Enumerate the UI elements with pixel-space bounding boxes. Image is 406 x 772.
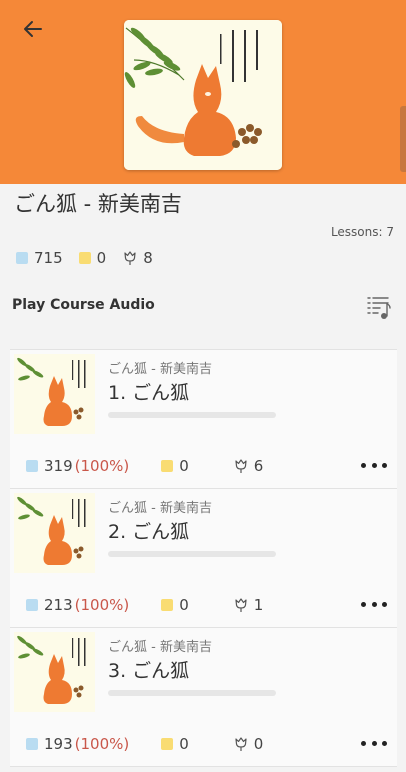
tulip-icon [235,598,247,612]
side-scroll-tab[interactable] [400,106,406,172]
more-options-button[interactable] [361,736,387,750]
lesson-course-name: ごん狐 - 新美南吉 [108,501,212,516]
tulip-icon [124,251,136,265]
tulip-count: 8 [143,249,153,267]
yellow-square-icon [161,460,174,472]
tulip-count: 1 [253,596,264,614]
blue-square-icon [16,252,28,264]
lesson-card[interactable]: ごん狐 - 新美南吉 3. ごん狐 193 (100%) 0 0 [10,628,397,767]
known-words-count: 319 [44,457,73,475]
known-percent: (100%) [74,735,130,753]
lingqs-count: 0 [179,735,189,753]
lesson-stats: 319 (100%) 0 6 [26,456,263,476]
yellow-square-icon [78,252,91,264]
lesson-stats: 193 (100%) 0 0 [26,734,263,754]
lesson-progress-bar [108,412,276,418]
course-cover-image [124,20,282,170]
lingqs-count: 0 [179,596,189,614]
tulip-icon [235,459,247,473]
blue-square-icon [26,460,38,472]
play-course-audio-button[interactable]: Play Course Audio [12,297,155,313]
arrow-left-icon [24,21,42,37]
tulip-count: 0 [253,735,264,753]
more-options-button[interactable] [361,597,387,611]
known-percent: (100%) [74,596,130,614]
tulip-stat: 8 [122,249,153,267]
known-words-stat: 715 [16,249,63,267]
lesson-list: ごん狐 - 新美南吉 1. ごん狐 319 (100%) 0 6 ごん狐 - 新… [10,349,397,767]
lesson-progress-bar [108,551,276,557]
lesson-thumbnail[interactable] [14,632,95,712]
known-percent: (100%) [74,457,130,475]
back-button[interactable] [18,14,48,44]
lingqs-count: 0 [179,457,189,475]
lesson-course-name: ごん狐 - 新美南吉 [108,640,212,655]
tulip-icon [235,737,247,751]
blue-square-icon [26,599,38,611]
lesson-title[interactable]: 1. ごん狐 [108,378,189,405]
course-stats: 715 0 8 [16,248,169,268]
lesson-card[interactable]: ごん狐 - 新美南吉 1. ごん狐 319 (100%) 0 6 [10,350,397,489]
known-words-count: 213 [44,596,73,614]
lesson-title[interactable]: 2. ごん狐 [108,517,189,544]
lesson-course-name: ごん狐 - 新美南吉 [108,362,212,377]
course-title: ごん狐 - 新美南吉 [14,192,182,216]
lesson-thumbnail[interactable] [14,493,95,573]
known-words-count: 193 [44,735,73,753]
more-options-button[interactable] [361,458,387,472]
yellow-square-icon [161,738,174,750]
lingqs-count: 0 [96,249,107,267]
yellow-square-icon [161,599,174,611]
lessons-count: Lessons: 7 [330,225,394,239]
lesson-title[interactable]: 3. ごん狐 [108,656,189,683]
lesson-thumbnail[interactable] [14,354,95,434]
lingqs-stat: 0 [78,249,107,267]
playlist-music-icon[interactable] [366,294,392,320]
lesson-progress-bar [108,690,276,696]
tulip-count: 6 [253,457,264,475]
known-words-count: 715 [34,249,63,267]
blue-square-icon [26,738,38,750]
lesson-stats: 213 (100%) 0 1 [26,595,263,615]
course-header [0,0,406,184]
lesson-card[interactable]: ごん狐 - 新美南吉 2. ごん狐 213 (100%) 0 1 [10,489,397,628]
